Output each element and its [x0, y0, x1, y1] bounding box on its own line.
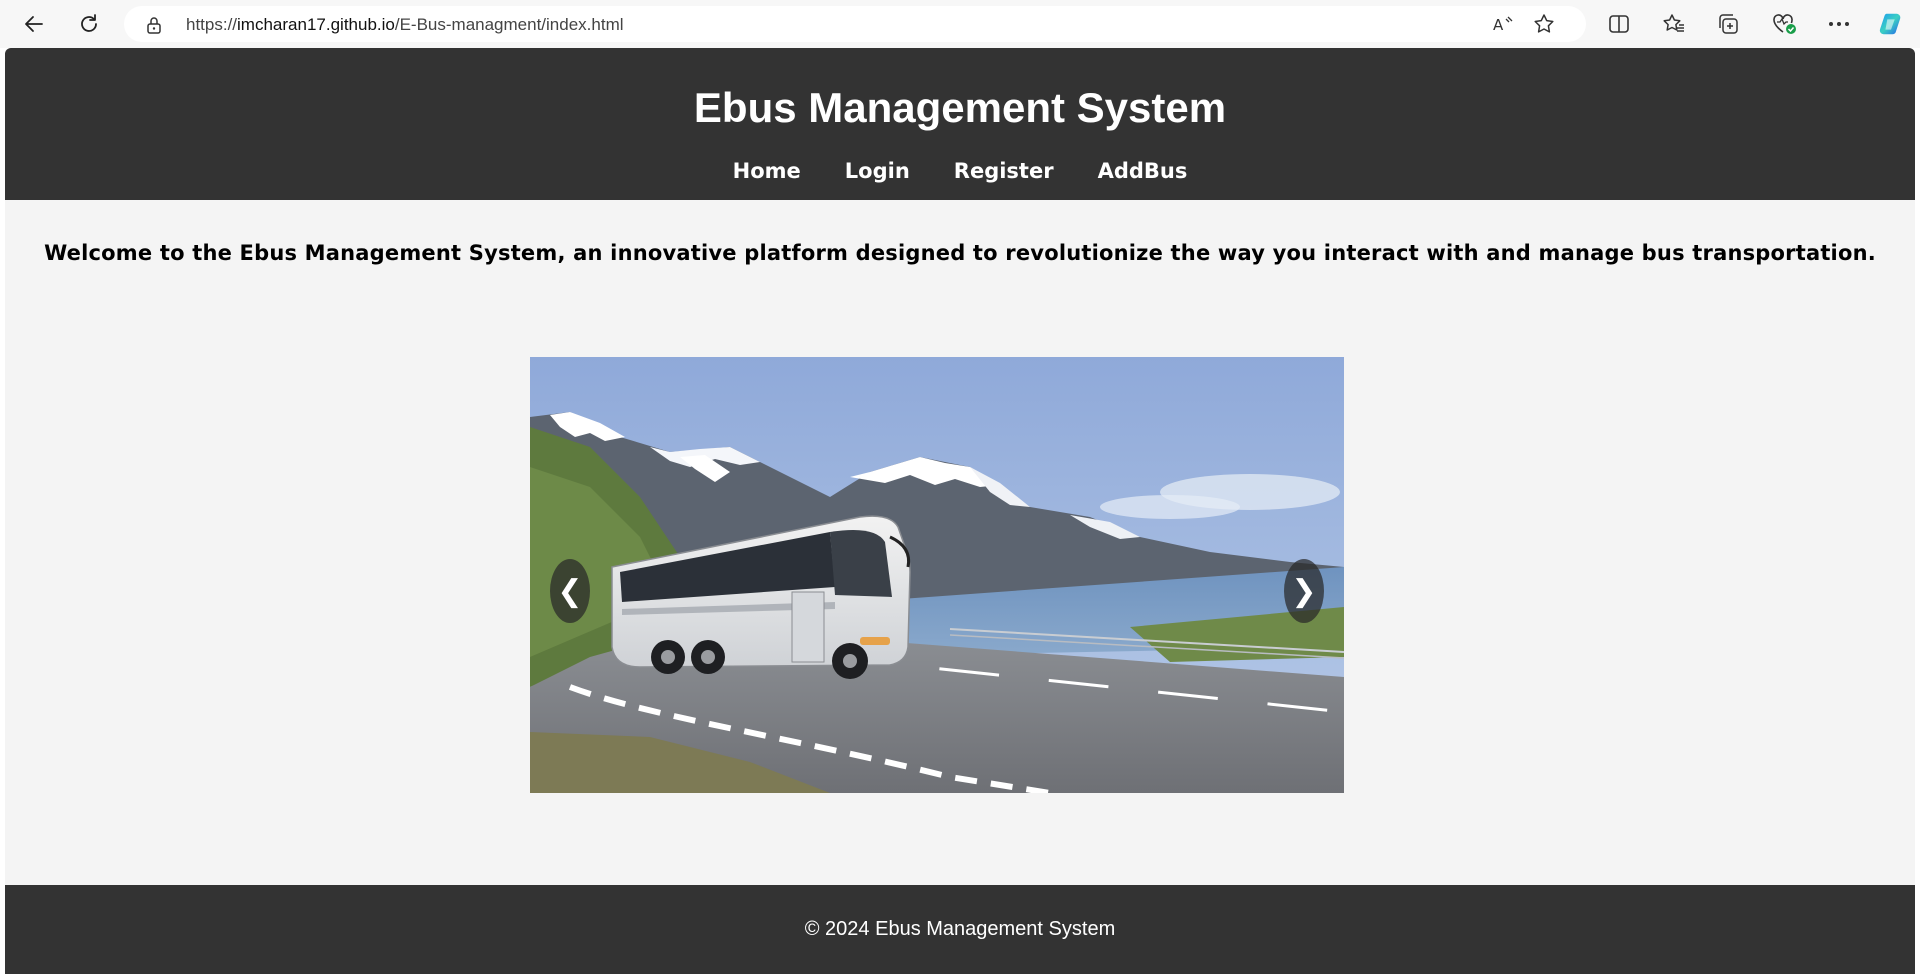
welcome-text: Welcome to the Ebus Management System, a… — [44, 241, 1876, 265]
browser-toolbar: https://imcharan17.github.io/E-Bus-manag… — [0, 0, 1920, 48]
split-screen-icon[interactable] — [1606, 12, 1632, 36]
url-path: /E-Bus-managment/index.html — [394, 15, 624, 34]
nav-login-link[interactable]: Login — [823, 159, 932, 183]
svg-text:A: A — [1493, 16, 1504, 34]
collections-icon[interactable] — [1716, 12, 1742, 36]
carousel-next-button[interactable]: ❯ — [1284, 559, 1324, 623]
favorite-star-icon[interactable] — [1532, 12, 1556, 36]
footer-copyright: © 2024 Ebus Management System — [804, 918, 1116, 940]
read-aloud-icon[interactable]: A — [1491, 12, 1515, 36]
refresh-icon[interactable] — [73, 8, 105, 40]
nav-home-link[interactable]: Home — [711, 159, 823, 183]
web-page: Ebus Management System Home Login Regist… — [5, 48, 1915, 974]
site-footer: © 2024 Ebus Management System — [5, 885, 1915, 974]
url-host: imcharan17.github.io — [237, 15, 395, 34]
carousel-prev-button[interactable]: ❮ — [550, 559, 590, 623]
site-title: Ebus Management System — [693, 84, 1227, 131]
back-icon[interactable] — [18, 8, 50, 40]
nav-register-link[interactable]: Register — [932, 159, 1076, 183]
image-carousel: ❮ ❯ — [530, 357, 1344, 793]
site-header: Ebus Management System Home Login Regist… — [5, 48, 1915, 200]
nav-addbus-link[interactable]: AddBus — [1076, 159, 1210, 183]
more-icon[interactable] — [1826, 12, 1852, 36]
address-bar[interactable]: https://imcharan17.github.io/E-Bus-manag… — [124, 6, 1586, 42]
browser-essentials-icon[interactable] — [1771, 12, 1797, 36]
bus-on-mountain-road-image — [530, 357, 1344, 793]
main-nav: Home Login Register AddBus — [5, 159, 1915, 183]
url-text[interactable]: https://imcharan17.github.io/E-Bus-manag… — [186, 15, 624, 35]
lock-icon[interactable] — [146, 16, 162, 39]
url-prefix: https:// — [186, 15, 238, 34]
favorites-icon[interactable] — [1661, 12, 1687, 36]
copilot-icon[interactable] — [1878, 12, 1904, 36]
